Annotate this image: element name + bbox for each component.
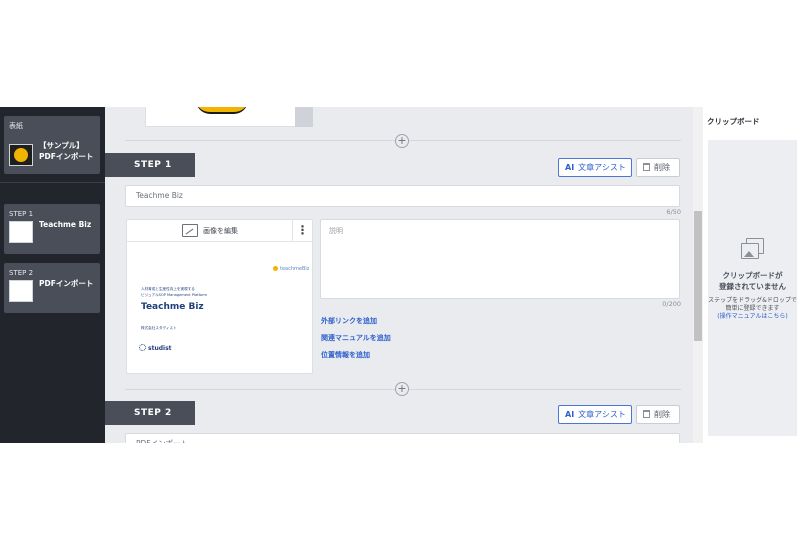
step-thumbnail	[9, 221, 33, 243]
editor-app: 表紙 【サンプル】PDFインポート STEP 1 Teachme Biz STE…	[0, 107, 800, 443]
slide-subtitle: 人材育成と生産性向上を実現する	[141, 287, 195, 291]
clipboard-panel: クリップボード クリップボードが 登録されていません ステップをドラッグ&ドロッ…	[703, 107, 800, 443]
images-icon	[741, 238, 765, 260]
add-external-link[interactable]: 外部リンクを追加	[321, 316, 377, 326]
delete-label: 削除	[654, 410, 670, 419]
description-counter: 0/200	[662, 300, 681, 308]
ai-assist-label: 文章アシスト	[578, 410, 626, 419]
empty-line: クリップボードが	[722, 271, 783, 280]
help-line: ステップをドラッグ&ドロップで	[708, 297, 797, 304]
slide-subtitle: ビジュアルSOP Management Platform	[141, 293, 207, 297]
delete-label: 削除	[654, 163, 670, 172]
edit-image-button[interactable]: 画像を編集	[203, 220, 238, 242]
cover-thumbnail	[9, 144, 33, 166]
sidebar-item-tag: STEP 1	[9, 210, 34, 218]
add-step-button[interactable]: +	[395, 134, 409, 148]
ai-assist-button[interactable]: AI 文章アシスト	[558, 405, 632, 424]
step-editor: + STEP 1 AI 文章アシスト 削除 Teachme Biz 6/50 画像…	[105, 107, 693, 443]
step-thumbnail	[9, 280, 33, 302]
step-image-card: 画像を編集 ⋮ teachmeBiz 人材育成と生産性向上を実現する ビジュアル…	[126, 219, 313, 374]
cover-image	[196, 107, 248, 114]
sidebar-item-title: 【サンプル】PDFインポート	[39, 141, 94, 161]
slide-company: 株式会社スタディスト	[141, 326, 177, 330]
sidebar-item-step-1[interactable]: STEP 1 Teachme Biz	[4, 204, 100, 254]
add-location-info[interactable]: 位置情報を追加	[321, 350, 370, 360]
scrollbar[interactable]	[693, 107, 703, 443]
image-edit-icon[interactable]	[182, 224, 198, 237]
sidebar-divider	[0, 182, 105, 183]
delete-step-button[interactable]: 削除	[636, 405, 680, 424]
step-sidebar: 表紙 【サンプル】PDFインポート STEP 1 Teachme Biz STE…	[0, 107, 105, 443]
sidebar-item-title: PDFインポート	[39, 279, 94, 288]
slide-title: Teachme Biz	[141, 302, 204, 312]
sidebar-item-tag: 表紙	[9, 122, 23, 130]
manual-link[interactable]: (操作マニュアルはこちら)	[708, 313, 797, 321]
image-card-header: 画像を編集 ⋮	[127, 220, 312, 242]
clipboard-empty-message: クリップボードが 登録されていません	[708, 270, 797, 292]
delete-step-button[interactable]: 削除	[636, 158, 680, 177]
clipboard-help: ステップをドラッグ&ドロップで 簡単に登録できます (操作マニュアルはこちら)	[708, 297, 797, 321]
ai-assist-label: 文章アシスト	[578, 163, 626, 172]
step-title-input[interactable]: PDFインポート	[125, 433, 680, 443]
slide-brand: studist	[139, 344, 172, 352]
trash-icon	[643, 410, 650, 418]
help-line: 簡単に登録できます	[725, 305, 780, 312]
slide-logo: teachmeBiz	[273, 266, 309, 272]
add-related-manual[interactable]: 関連マニュアルを追加	[321, 333, 391, 343]
more-options-icon[interactable]: ⋮	[292, 220, 312, 242]
sidebar-item-tag: STEP 2	[9, 269, 34, 277]
clipboard-title: クリップボード	[707, 117, 760, 126]
cover-image-card[interactable]	[145, 107, 313, 127]
sidebar-item-cover[interactable]: 表紙 【サンプル】PDFインポート	[4, 116, 100, 174]
trash-icon	[643, 163, 650, 171]
step-label: STEP 1	[105, 153, 195, 177]
scrollbar-thumb[interactable]	[694, 211, 702, 341]
sidebar-item-title: Teachme Biz	[39, 220, 92, 229]
step-title-input[interactable]: Teachme Biz	[125, 185, 680, 207]
ai-icon: AI	[565, 163, 575, 172]
ai-assist-button[interactable]: AI 文章アシスト	[558, 158, 632, 177]
step-label: STEP 2	[105, 401, 195, 425]
description-textarea[interactable]: 説明	[320, 219, 680, 299]
cover-image-side	[295, 107, 313, 127]
add-step-button[interactable]: +	[395, 382, 409, 396]
empty-line: 登録されていません	[718, 282, 787, 291]
sidebar-item-step-2[interactable]: STEP 2 PDFインポート	[4, 263, 100, 313]
ai-icon: AI	[565, 410, 575, 419]
clipboard-dropzone[interactable]: クリップボードが 登録されていません ステップをドラッグ&ドロップで 簡単に登録…	[708, 140, 797, 436]
title-counter: 6/50	[666, 208, 681, 216]
